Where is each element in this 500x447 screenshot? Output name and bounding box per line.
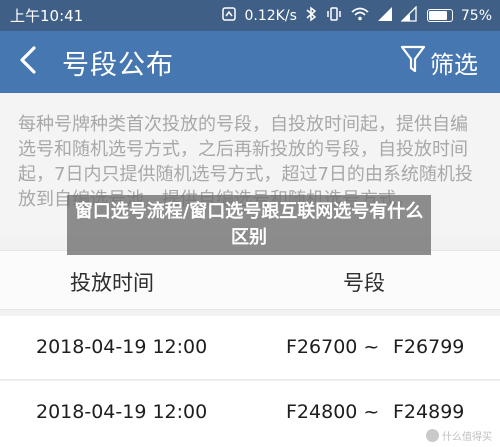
cell-range-start: F24800 ~ — [286, 401, 380, 423]
status-bar: 上午10:41 0.12K/s 75% — [0, 0, 500, 31]
watermark-text: 什么值得买 — [442, 432, 492, 443]
wifi-icon — [351, 6, 369, 26]
table-row: 2018-04-19 12:00 F26700 ~ F26799 — [0, 316, 500, 380]
filter-button[interactable]: 筛选 — [400, 44, 478, 80]
back-button[interactable] — [0, 31, 56, 93]
vibrate-icon — [325, 6, 343, 26]
status-indicators: 0.12K/s 75% — [221, 4, 492, 26]
cell-range-end: F26799 — [393, 336, 465, 358]
cell-range-start: F26700 ~ — [286, 336, 380, 358]
status-time: 上午10:41 — [10, 7, 84, 25]
notification-icon — [221, 6, 237, 26]
signal-2-icon — [400, 4, 417, 26]
app-bar: 号段公布 筛选 — [0, 31, 500, 93]
signal-icon — [377, 6, 393, 26]
table-header: 投放时间 号段 — [0, 250, 500, 310]
cell-time: 2018-04-19 12:00 — [36, 336, 208, 358]
battery-icon — [426, 9, 453, 22]
table-row: 2018-04-19 12:00 F24800 ~ F24899 — [0, 381, 500, 447]
filter-label: 筛选 — [430, 50, 478, 79]
cell-range-end: F24899 — [393, 401, 465, 423]
network-speed: 0.12K/s — [244, 7, 297, 24]
watermark-logo-icon — [426, 429, 439, 442]
battery-percent: 75% — [460, 7, 492, 24]
bluetooth-icon — [305, 6, 317, 26]
column-header-time: 投放时间 — [70, 271, 154, 295]
chevron-left-icon — [17, 45, 39, 79]
filter-icon — [400, 44, 426, 80]
column-header-range: 号段 — [343, 271, 385, 295]
watermark: 什么值得买 — [426, 428, 492, 443]
cell-time: 2018-04-19 12:00 — [36, 401, 208, 423]
page-title: 号段公布 — [62, 49, 174, 81]
overlay-caption: 窗口选号流程/窗口选号跟互联网选号有什么区别 — [67, 195, 431, 255]
